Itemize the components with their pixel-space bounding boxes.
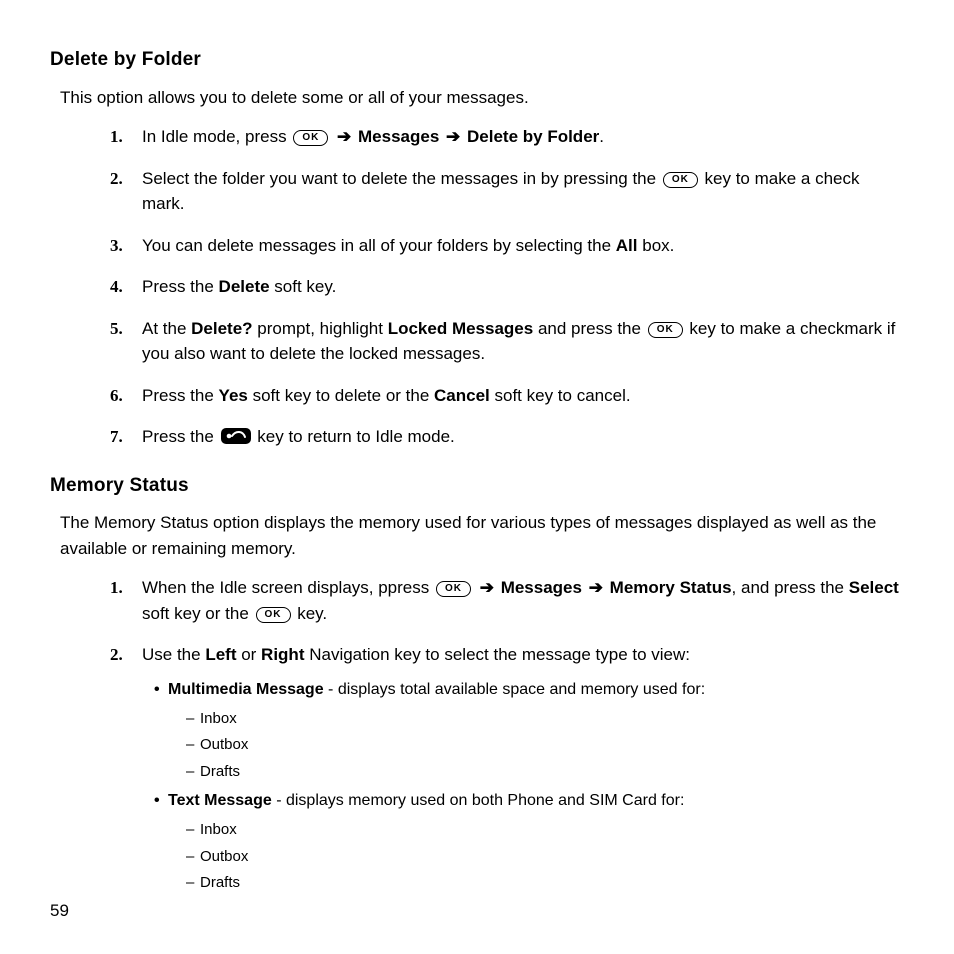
step-text: key. — [293, 604, 328, 623]
step-text: . — [599, 127, 604, 146]
list-item: Inbox — [186, 819, 904, 842]
ui-label: Locked Messages — [388, 319, 534, 338]
step-number: 1. — [110, 575, 123, 601]
arrow-icon: ➔ — [444, 127, 462, 146]
ui-label: Select — [849, 578, 899, 597]
step-text: soft key or the — [142, 604, 254, 623]
arrow-icon: ➔ — [335, 127, 353, 146]
step-number: 6. — [110, 383, 123, 409]
step-text: box. — [638, 236, 675, 255]
step-number: 2. — [110, 642, 123, 668]
step-text: Use the — [142, 645, 205, 664]
menu-path: Memory Status — [605, 578, 732, 597]
text: - displays memory used on both Phone and… — [272, 792, 685, 809]
section-intro: This option allows you to delete some or… — [60, 85, 904, 111]
steps-list-memory: 1. When the Idle screen displays, ppress… — [50, 575, 904, 895]
ok-key-icon: OK — [256, 607, 291, 623]
step-number: 4. — [110, 274, 123, 300]
manual-page: Delete by Folder This option allows you … — [0, 0, 954, 895]
step-text: prompt, highlight — [253, 319, 388, 338]
ui-label: Delete? — [191, 319, 252, 338]
step-1: 1. When the Idle screen displays, ppress… — [110, 575, 904, 626]
list-item: Drafts — [186, 761, 904, 784]
list-item: Drafts — [186, 872, 904, 895]
step-text: Select the folder you want to delete the… — [142, 169, 661, 188]
step-3: 3. You can delete messages in all of you… — [110, 233, 904, 259]
menu-path: Messages — [496, 578, 587, 597]
ok-key-icon: OK — [436, 581, 471, 597]
arrow-icon: ➔ — [587, 578, 605, 597]
step-text: soft key to cancel. — [490, 386, 631, 405]
menu-path: Delete by Folder — [462, 127, 599, 146]
list-item: Outbox — [186, 734, 904, 757]
label: Text Message — [168, 792, 272, 809]
step-text: , and press the — [732, 578, 849, 597]
step-number: 3. — [110, 233, 123, 259]
ok-key-icon: OK — [663, 172, 698, 188]
list-item: Outbox — [186, 846, 904, 869]
step-6: 6. Press the Yes soft key to delete or t… — [110, 383, 904, 409]
step-text: soft key. — [270, 277, 337, 296]
step-text: Press the — [142, 427, 219, 446]
steps-list-delete: 1. In Idle mode, press OK ➔ Messages ➔ D… — [50, 124, 904, 450]
sub-bullet: Text Message - displays memory used on b… — [154, 789, 904, 895]
step-text: When the Idle screen displays, ppress — [142, 578, 434, 597]
ui-label: All — [616, 236, 638, 255]
sub-sub-list: Inbox Outbox Drafts — [168, 819, 904, 895]
text: - displays total available space and mem… — [324, 681, 706, 698]
sub-bullet-list: Multimedia Message - displays total avai… — [142, 678, 904, 895]
sub-sub-list: Inbox Outbox Drafts — [168, 708, 904, 784]
step-4: 4. Press the Delete soft key. — [110, 274, 904, 300]
step-2: 2. Use the Left or Right Navigation key … — [110, 642, 904, 895]
step-text: or — [236, 645, 261, 664]
step-number: 1. — [110, 124, 123, 150]
step-text: Press the — [142, 386, 219, 405]
ui-label: Cancel — [434, 386, 490, 405]
step-number: 7. — [110, 424, 123, 450]
ui-label: Delete — [219, 277, 270, 296]
step-text: You can delete messages in all of your f… — [142, 236, 616, 255]
ui-label: Right — [261, 645, 304, 664]
ui-label: Left — [205, 645, 236, 664]
ui-label: Yes — [219, 386, 248, 405]
step-number: 2. — [110, 166, 123, 192]
step-2: 2. Select the folder you want to delete … — [110, 166, 904, 217]
step-text: Navigation key to select the message typ… — [304, 645, 690, 664]
list-item: Inbox — [186, 708, 904, 731]
step-text: soft key to delete or the — [248, 386, 434, 405]
step-text: and press the — [533, 319, 645, 338]
menu-path: Messages — [353, 127, 444, 146]
page-number: 59 — [50, 898, 69, 924]
section-heading-delete-by-folder: Delete by Folder — [50, 46, 904, 75]
arrow-icon: ➔ — [478, 578, 496, 597]
end-call-key-icon — [221, 428, 251, 444]
sub-bullet: Multimedia Message - displays total avai… — [154, 678, 904, 784]
step-text: Press the — [142, 277, 219, 296]
label: Multimedia Message — [168, 681, 324, 698]
step-text: key to return to Idle mode. — [253, 427, 455, 446]
step-number: 5. — [110, 316, 123, 342]
step-text: In Idle mode, press — [142, 127, 291, 146]
ok-key-icon: OK — [293, 130, 328, 146]
step-1: 1. In Idle mode, press OK ➔ Messages ➔ D… — [110, 124, 904, 150]
section-intro: The Memory Status option displays the me… — [60, 510, 904, 561]
step-7: 7. Press the key to return to Idle mode. — [110, 424, 904, 450]
step-5: 5. At the Delete? prompt, highlight Lock… — [110, 316, 904, 367]
section-heading-memory-status: Memory Status — [50, 472, 904, 501]
step-text: At the — [142, 319, 191, 338]
ok-key-icon: OK — [648, 322, 683, 338]
